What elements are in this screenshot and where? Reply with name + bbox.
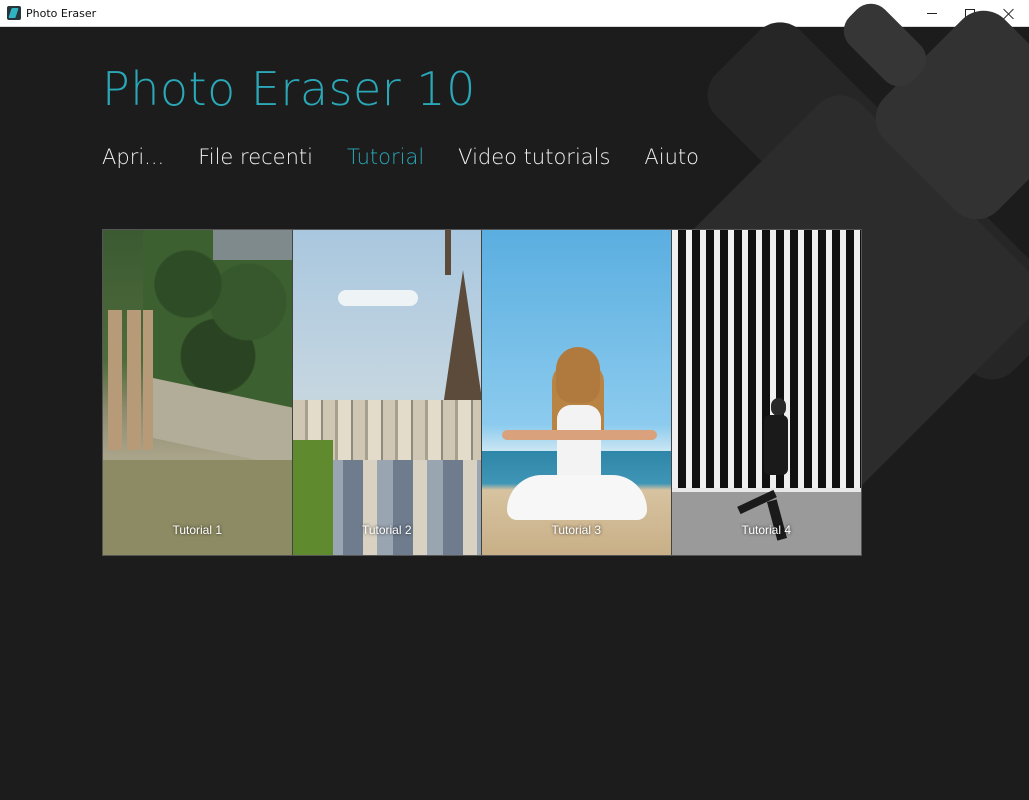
nav-item-open[interactable]: Apri... — [102, 145, 164, 169]
minimize-button[interactable] — [912, 0, 952, 27]
tutorial-tile-1[interactable]: Tutorial 1 — [103, 230, 293, 555]
nav-item-tutorial[interactable]: Tutorial — [347, 145, 424, 169]
tutorial-label: Tutorial 3 — [551, 523, 602, 537]
photo-eraser-app-icon — [7, 6, 21, 20]
tutorial-gallery: Tutorial 1 Tutorial 2 Tutorial 3 Tutoria… — [102, 229, 862, 556]
tutorial-2-thumbnail-trees — [292, 440, 333, 555]
tutorial-1-thumbnail-column — [143, 310, 153, 450]
tutorial-2-thumbnail-tower-spire — [444, 230, 451, 275]
tutorial-1-thumbnail-sky — [213, 230, 292, 260]
tutorial-2-thumbnail-tower — [440, 270, 482, 420]
nav-item-help[interactable]: Aiuto — [644, 145, 699, 169]
tutorial-tile-3[interactable]: Tutorial 3 — [482, 230, 672, 555]
tutorial-2-thumbnail-cloud — [337, 290, 418, 306]
app-window: Photo Eraser Photo Eraser 10 Apri... Fil… — [0, 0, 1029, 800]
tutorial-tile-2[interactable]: Tutorial 2 — [292, 230, 482, 555]
main-nav: Apri... File recenti Tutorial Video tuto… — [102, 145, 733, 169]
tutorial-tile-4[interactable]: Tutorial 4 — [671, 230, 861, 555]
close-icon — [1003, 8, 1015, 20]
tutorial-label: Tutorial 1 — [172, 523, 223, 537]
tutorial-3-thumbnail-head — [556, 347, 600, 403]
nav-item-recent-files[interactable]: File recenti — [198, 145, 313, 169]
tutorial-label: Tutorial 4 — [741, 523, 792, 537]
tutorial-3-thumbnail-skirt — [507, 475, 647, 520]
minimize-icon — [927, 13, 937, 14]
app-title: Photo Eraser 10 — [102, 62, 476, 116]
tutorial-3-thumbnail-arms — [502, 430, 657, 440]
tutorial-label: Tutorial 2 — [361, 523, 412, 537]
nav-item-video-tutorials[interactable]: Video tutorials — [458, 145, 610, 169]
window-title: Photo Eraser — [26, 7, 97, 20]
tutorial-1-thumbnail-grass — [103, 460, 292, 555]
tutorial-4-thumbnail-runner-body — [763, 415, 788, 475]
tutorial-1-thumbnail-column — [127, 310, 141, 450]
tutorial-4-thumbnail-runner-head — [770, 398, 786, 416]
tutorial-1-thumbnail-column — [108, 310, 122, 450]
